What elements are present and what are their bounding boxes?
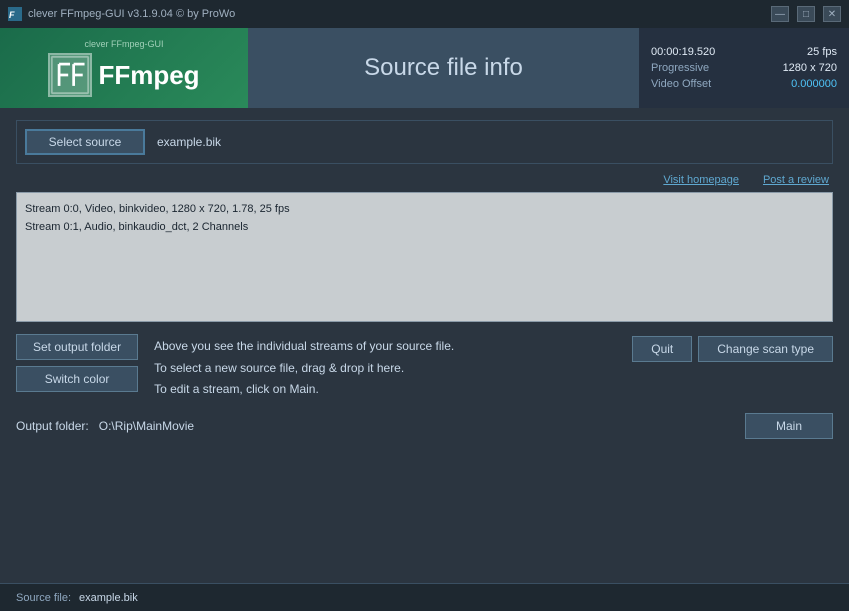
title-bar: F clever FFmpeg-GUI v3.1.9.04 © by ProWo… bbox=[0, 0, 849, 28]
main-content: Select source example.bik Visit homepage… bbox=[0, 108, 849, 455]
logo-area: clever FFmpeg-GUI FFmpeg bbox=[0, 28, 248, 108]
bottom-controls: Set output folder Switch color Above you… bbox=[16, 334, 833, 401]
post-review-link[interactable]: Post a review bbox=[763, 174, 829, 186]
duration-row: 00:00:19.520 25 fps bbox=[651, 46, 837, 58]
source-title-area: Source file info bbox=[248, 28, 639, 108]
maximize-button[interactable]: □ bbox=[797, 6, 815, 22]
switch-color-button[interactable]: Switch color bbox=[16, 366, 138, 392]
duration-value: 00:00:19.520 bbox=[651, 46, 715, 58]
header: clever FFmpeg-GUI FFmpeg Source file inf… bbox=[0, 28, 849, 108]
info-area: 00:00:19.520 25 fps Progressive 1280 x 7… bbox=[639, 28, 849, 108]
scan-row: Progressive 1280 x 720 bbox=[651, 62, 837, 74]
source-file-name: example.bik bbox=[157, 135, 221, 149]
status-file: example.bik bbox=[79, 592, 138, 604]
close-button[interactable]: ✕ bbox=[823, 6, 841, 22]
output-path: O:\Rip\MainMovie bbox=[99, 419, 194, 433]
logo-text: FFmpeg bbox=[98, 60, 199, 91]
select-source-row: Select source example.bik bbox=[16, 120, 833, 164]
title-bar-left: F clever FFmpeg-GUI v3.1.9.04 © by ProWo bbox=[8, 7, 235, 21]
minimize-button[interactable]: — bbox=[771, 6, 789, 22]
left-buttons: Set output folder Switch color bbox=[16, 334, 138, 392]
visit-homepage-link[interactable]: Visit homepage bbox=[663, 174, 739, 186]
logo-brand: clever FFmpeg-GUI bbox=[84, 39, 163, 49]
source-title: Source file info bbox=[364, 54, 523, 82]
instruction-text: Above you see the individual streams of … bbox=[154, 334, 616, 401]
instruction-line-3: To edit a stream, click on Main. bbox=[154, 379, 616, 401]
logo-icon bbox=[48, 53, 92, 97]
main-button[interactable]: Main bbox=[745, 413, 833, 439]
status-bar: Source file: example.bik bbox=[0, 583, 849, 611]
fps-value: 25 fps bbox=[807, 46, 837, 58]
offset-label: Video Offset bbox=[651, 78, 711, 90]
scan-label: Progressive bbox=[651, 62, 709, 74]
app-icon: F bbox=[8, 7, 22, 21]
quit-button[interactable]: Quit bbox=[632, 336, 692, 362]
stream-line-1: Stream 0:0, Video, binkvideo, 1280 x 720… bbox=[25, 201, 824, 219]
logo-main: FFmpeg bbox=[48, 53, 199, 97]
offset-row: Video Offset 0.000000 bbox=[651, 78, 837, 90]
set-output-folder-button[interactable]: Set output folder bbox=[16, 334, 138, 360]
app-title: clever FFmpeg-GUI v3.1.9.04 © by ProWo bbox=[28, 8, 235, 20]
instruction-line-1: Above you see the individual streams of … bbox=[154, 336, 616, 358]
stream-line-2: Stream 0:1, Audio, binkaudio_dct, 2 Chan… bbox=[25, 219, 824, 237]
offset-value: 0.000000 bbox=[791, 78, 837, 90]
links-row: Visit homepage Post a review bbox=[16, 174, 833, 186]
output-folder-text: Output folder: O:\Rip\MainMovie bbox=[16, 419, 194, 433]
output-row: Output folder: O:\Rip\MainMovie Main bbox=[16, 413, 833, 439]
resolution-value: 1280 x 720 bbox=[783, 62, 837, 74]
change-scan-button[interactable]: Change scan type bbox=[698, 336, 833, 362]
select-source-button[interactable]: Select source bbox=[25, 129, 145, 155]
output-label: Output folder: bbox=[16, 419, 89, 433]
stream-info-box: Stream 0:0, Video, binkvideo, 1280 x 720… bbox=[16, 192, 833, 322]
window-controls: — □ ✕ bbox=[771, 6, 841, 22]
right-buttons: Quit Change scan type bbox=[632, 334, 833, 362]
status-label: Source file: bbox=[16, 592, 71, 604]
svg-text:F: F bbox=[9, 10, 15, 20]
instruction-line-2: To select a new source file, drag & drop… bbox=[154, 358, 616, 380]
